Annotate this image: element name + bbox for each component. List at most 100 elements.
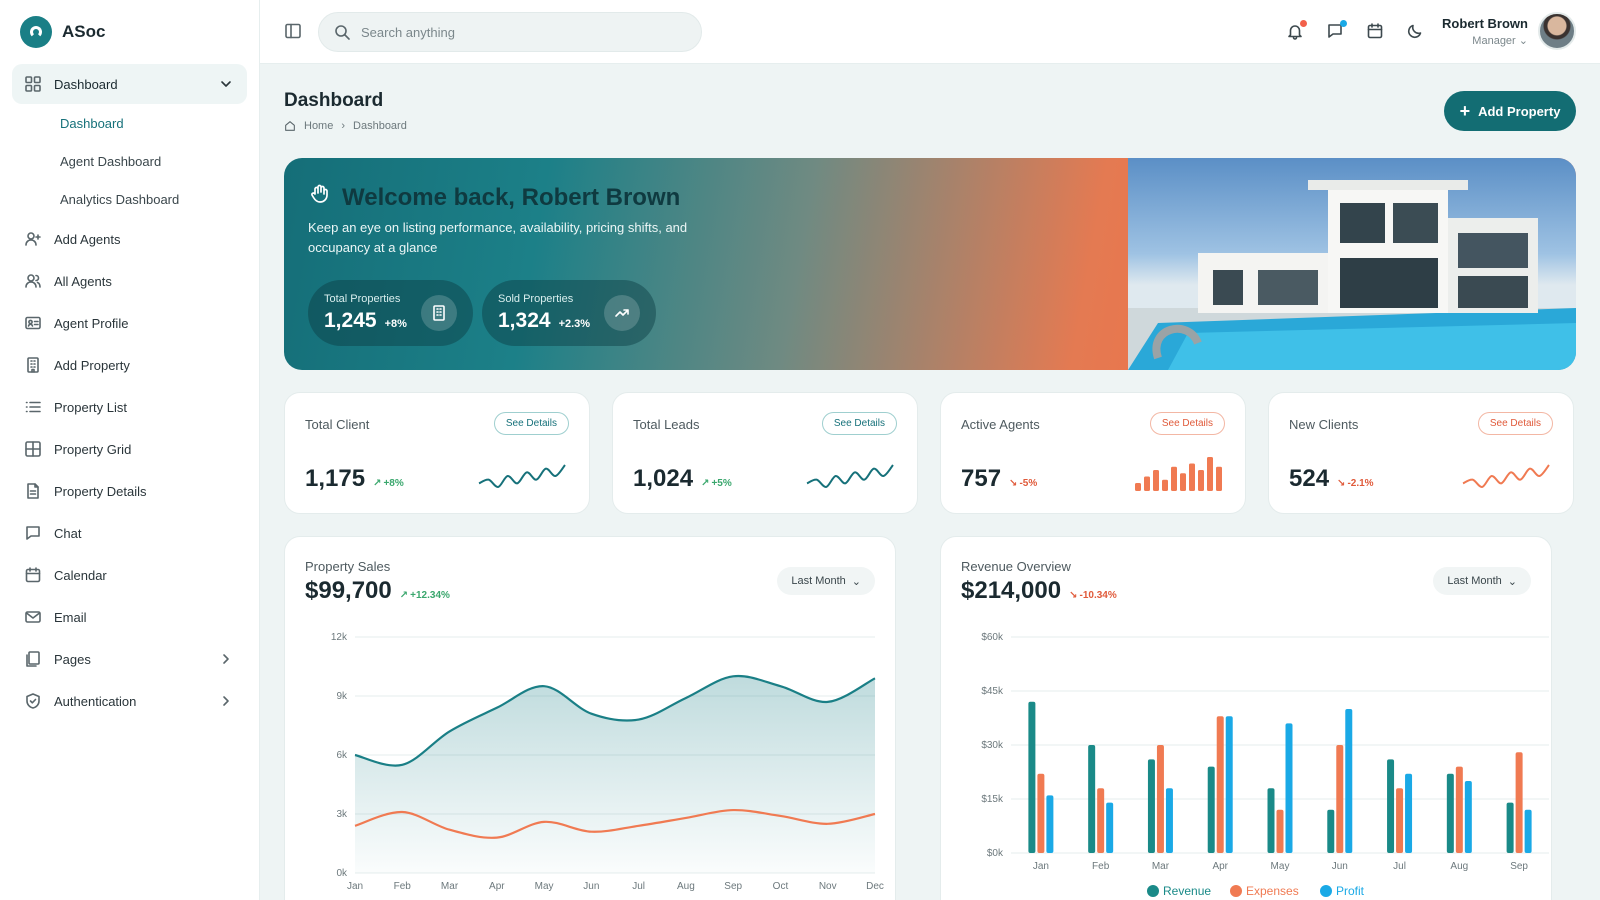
y-tick-label: 6k	[336, 750, 348, 761]
bar-expenses	[1515, 752, 1523, 853]
topbar-actions	[1286, 20, 1424, 40]
bar-expenses	[1455, 766, 1463, 853]
building-icon	[24, 356, 42, 374]
sidebar-group-dashboard[interactable]: Dashboard	[12, 64, 247, 104]
x-tick-label: Sep	[724, 881, 742, 892]
total-properties-pill: Total Properties 1,245 +8%	[308, 280, 473, 346]
sidebar-item-label: Pages	[54, 651, 91, 667]
bar-revenue	[1387, 759, 1395, 853]
x-tick-label: Feb	[394, 881, 412, 892]
trend-up-icon	[604, 295, 641, 331]
x-tick-label: Apr	[1212, 861, 1228, 872]
add-property-button[interactable]: + Add Property	[1444, 91, 1576, 131]
spark-line	[806, 464, 894, 488]
chevron-right-icon	[217, 650, 235, 668]
bar-profit	[1405, 773, 1413, 853]
sidebar-group-label: Dashboard	[54, 76, 118, 92]
x-tick-label: Jun	[583, 881, 599, 892]
x-tick-label: Aug	[677, 881, 695, 892]
sidebar-item-label: Agent Profile	[54, 315, 129, 331]
legend-label: Profit	[1336, 884, 1365, 898]
y-tick-label: $0k	[987, 848, 1004, 859]
bar-revenue	[1327, 809, 1335, 853]
area-fill	[355, 676, 875, 873]
period-dropdown[interactable]: Last Month ⌄	[777, 567, 875, 595]
bar-expenses	[1336, 745, 1344, 853]
sidebar-item-label: Calendar	[54, 567, 107, 583]
sidebar-item-all-agents[interactable]: All Agents	[12, 260, 247, 302]
stat-title: Active Agents	[961, 417, 1040, 432]
calendar-icon[interactable]	[1366, 22, 1384, 40]
bar-profit	[1225, 716, 1233, 853]
moon-icon[interactable]	[1406, 22, 1424, 40]
bar-expenses	[1097, 788, 1105, 853]
sidebar-item-property-list[interactable]: Property List	[12, 386, 247, 428]
bar-profit	[1464, 781, 1472, 853]
plus-icon: +	[1459, 101, 1471, 121]
sidebar-item-chat[interactable]: Chat	[12, 512, 247, 554]
sidebar-item-authentication[interactable]: Authentication	[12, 680, 247, 722]
sidebar-toggle-icon[interactable]	[284, 22, 302, 40]
sparkline	[806, 464, 894, 488]
avatar[interactable]	[1538, 12, 1576, 50]
bell-icon[interactable]	[1286, 20, 1307, 40]
x-tick-label: Mar	[1152, 861, 1170, 872]
user-menu[interactable]: Robert Brown Manager ⌄	[1442, 12, 1576, 50]
sidebar-item-add-property[interactable]: Add Property	[12, 344, 247, 386]
see-details-button[interactable]: See Details	[1149, 412, 1225, 435]
user-role-label: Manager	[1472, 34, 1516, 47]
y-tick-label: 3k	[336, 809, 348, 820]
sidebar-sub-analytics-dashboard[interactable]: Analytics Dashboard	[12, 180, 247, 218]
stat-number: 1,024	[633, 465, 694, 492]
grid-square-icon	[24, 440, 42, 458]
sidebar-item-add-agents[interactable]: Add Agents	[12, 218, 247, 260]
sidebar-sub-agent-dashboard[interactable]: Agent Dashboard	[12, 142, 247, 180]
sold-properties-change: +2.3%	[558, 318, 591, 330]
sidebar-item-email[interactable]: Email	[12, 596, 247, 638]
bar-expenses	[1156, 745, 1164, 853]
total-properties-value: 1,245 +8%	[324, 309, 407, 333]
x-tick-label: Nov	[819, 881, 837, 892]
x-tick-label: Aug	[1450, 861, 1468, 872]
period-dropdown[interactable]: Last Month ⌄	[1433, 567, 1531, 595]
bar-revenue	[1446, 773, 1454, 853]
spark-bar	[1207, 457, 1213, 491]
search-bar[interactable]	[318, 12, 702, 52]
stat-change: +5%	[711, 478, 732, 489]
breadcrumb-home[interactable]: Home	[304, 120, 333, 132]
stat-title: Total Leads	[633, 417, 700, 432]
sidebar-item-agent-profile[interactable]: Agent Profile	[12, 302, 247, 344]
trend-up-icon: ↗	[373, 478, 382, 489]
brand[interactable]: ASoc	[0, 0, 259, 64]
pages-icon	[24, 650, 42, 668]
message-icon[interactable]	[1326, 20, 1347, 40]
sparkline	[478, 464, 566, 488]
welcome-subtitle: Keep an eye on listing performance, avai…	[308, 220, 688, 255]
spark-bar	[1153, 470, 1159, 491]
y-tick-label: 0k	[336, 868, 348, 879]
sidebar-item-property-details[interactable]: Property Details	[12, 470, 247, 512]
x-tick-label: Oct	[773, 881, 789, 892]
property-photo	[1128, 158, 1576, 370]
revenue-overview-chart: $0k $15k $30k $45k $60k Jan Feb Mar Apr May Jun Jul…	[981, 632, 1549, 898]
sidebar-item-label: Add Agents	[54, 231, 121, 247]
x-tick-label: Jan	[1033, 861, 1049, 872]
trend-up-icon: ↗	[701, 478, 710, 489]
sidebar-item-calendar[interactable]: Calendar	[12, 554, 247, 596]
legend-swatch	[1320, 885, 1332, 897]
stat-title: New Clients	[1289, 417, 1359, 432]
sidebar-item-pages[interactable]: Pages	[12, 638, 247, 680]
bar-expenses	[1396, 788, 1404, 853]
see-details-button[interactable]: See Details	[1477, 412, 1553, 435]
bar-profit	[1524, 809, 1532, 853]
see-details-button[interactable]: See Details	[821, 412, 897, 435]
search-input[interactable]	[361, 24, 681, 40]
bar-revenue	[1267, 788, 1275, 853]
search-icon	[333, 23, 351, 41]
sidebar-sub-dashboard[interactable]: Dashboard	[12, 104, 247, 142]
bar-expenses	[1216, 716, 1224, 853]
see-details-button[interactable]: See Details	[493, 412, 569, 435]
sidebar: ASoc Dashboard Dashboard Agent Dashboard…	[0, 0, 260, 900]
sidebar-item-property-grid[interactable]: Property Grid	[12, 428, 247, 470]
stat-change: -5%	[1019, 478, 1038, 489]
